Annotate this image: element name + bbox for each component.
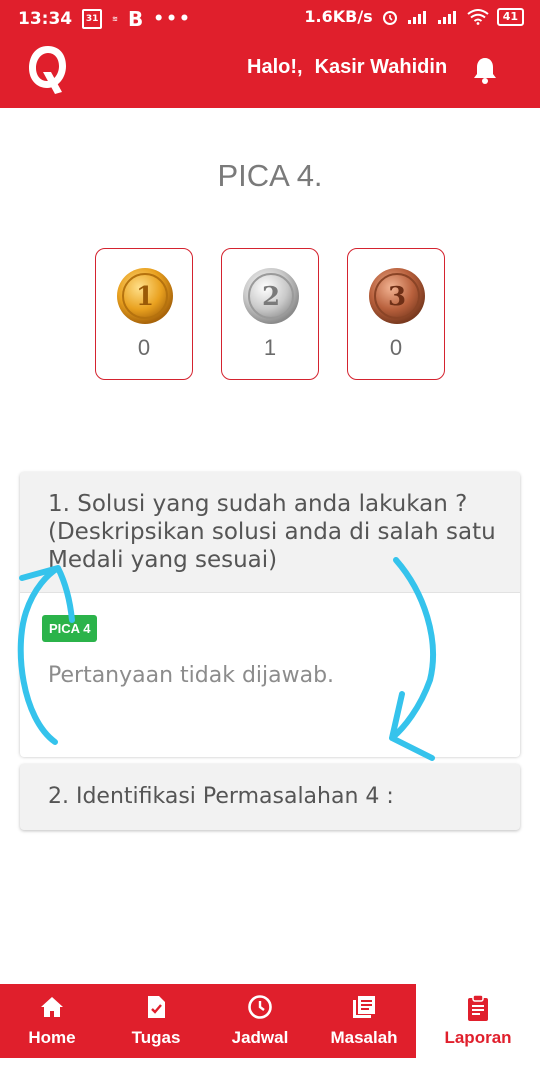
question-card-1[interactable]: 1. Solusi yang sudah anda lakukan ? (Des… xyxy=(20,472,520,757)
signal-2-icon xyxy=(437,10,456,24)
app-notification-icon: ≋ xyxy=(112,15,118,23)
greeting: Halo!, xyxy=(247,56,303,78)
gold-medal-card[interactable]: 1 0 xyxy=(95,248,193,380)
time: 13:34 xyxy=(18,9,73,29)
signal-icon xyxy=(407,10,426,24)
svg-text:1: 1 xyxy=(136,282,154,312)
nav-laporan[interactable]: Laporan xyxy=(416,984,540,1058)
system-nav-area xyxy=(0,1058,540,1080)
page-title: PICA 4. xyxy=(217,158,323,193)
network-speed: 1.6KB/s xyxy=(304,7,373,26)
alarm-icon xyxy=(382,10,397,25)
question-answer-1: PICA 4 Pertanyaan tidak dijawab. xyxy=(20,592,520,757)
home-icon xyxy=(41,997,63,1017)
nav-home-label: Home xyxy=(28,1028,76,1047)
svg-text:3: 3 xyxy=(388,282,406,312)
task-icon xyxy=(148,996,165,1018)
silver-medal-count: 1 xyxy=(263,335,277,360)
nav-masalah-label: Masalah xyxy=(330,1028,398,1047)
clipboard-icon xyxy=(468,994,488,1021)
wifi-icon xyxy=(467,8,489,25)
no-answer-text: Pertanyaan tidak dijawab. xyxy=(48,663,335,688)
nav-tugas-label: Tugas xyxy=(131,1028,181,1047)
user-name: Kasir Wahidin xyxy=(314,56,448,78)
clock-icon xyxy=(248,995,272,1019)
calendar-icon: 31 xyxy=(82,9,103,29)
bronze-medal-icon: 3 xyxy=(369,268,425,324)
app-logo xyxy=(29,46,66,94)
pica-badge: PICA 4 xyxy=(42,615,98,642)
status-bar: 13:34 31 ≋ B ••• 1.6KB/s 41 xyxy=(0,0,540,32)
question-header-1[interactable]: 1. Solusi yang sudah anda lakukan ? (Des… xyxy=(20,472,520,592)
nav-home[interactable]: Home xyxy=(0,984,104,1058)
svg-text:2: 2 xyxy=(262,282,280,312)
nav-masalah[interactable]: Masalah xyxy=(312,984,416,1058)
bronze-medal-card[interactable]: 3 0 xyxy=(347,248,445,380)
list-icon xyxy=(353,996,375,1018)
gold-medal-count: 0 xyxy=(137,335,151,360)
question-text-1: 1. Solusi yang sudah anda lakukan ? (Des… xyxy=(48,491,496,573)
bronze-medal-count: 0 xyxy=(389,335,403,360)
question-text-2: 2. Identifikasi Permasalahan 4 : xyxy=(48,784,394,809)
nav-jadwal[interactable]: Jadwal xyxy=(208,984,312,1058)
bottom-navigation: Home Tugas Jadwal Masalah Laporan xyxy=(0,984,540,1058)
more-notifications-icon: ••• xyxy=(153,9,192,29)
silver-medal-card[interactable]: 2 1 xyxy=(221,248,319,380)
question-card-2[interactable]: 2. Identifikasi Permasalahan 4 : xyxy=(20,764,520,830)
battery-icon: 41 xyxy=(496,7,524,26)
gold-medal-icon: 1 xyxy=(117,268,173,324)
nav-laporan-label: Laporan xyxy=(444,1028,512,1047)
bold-b-icon: B xyxy=(128,7,144,31)
nav-jadwal-label: Jadwal xyxy=(231,1028,289,1047)
bell-icon[interactable] xyxy=(470,55,500,85)
nav-tugas[interactable]: Tugas xyxy=(104,984,208,1058)
app-bar: Halo!, Kasir Wahidin xyxy=(0,32,540,108)
silver-medal-icon: 2 xyxy=(243,268,299,324)
